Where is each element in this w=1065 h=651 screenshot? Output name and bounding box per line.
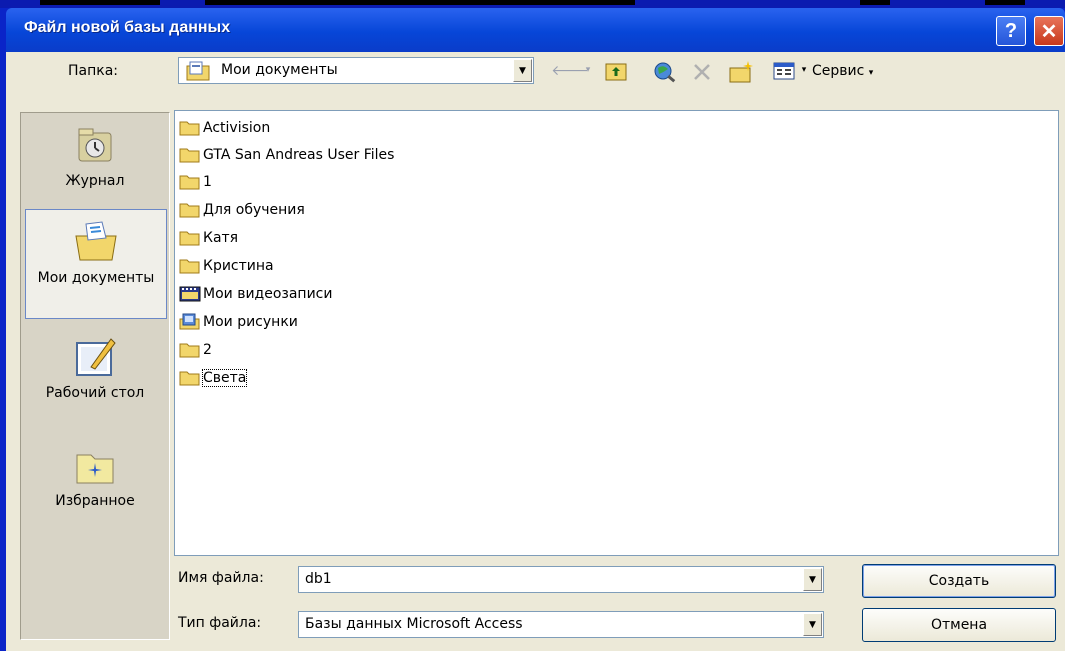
place-my-documents[interactable]: Мои документы bbox=[25, 209, 167, 319]
help-icon: ? bbox=[1004, 19, 1018, 42]
chevron-down-icon[interactable]: ▼ bbox=[803, 568, 822, 591]
folder-icon bbox=[179, 148, 200, 163]
place-label: Избранное bbox=[55, 493, 135, 509]
filename-value: db1 bbox=[305, 571, 332, 587]
place-label: Рабочий стол bbox=[45, 385, 145, 401]
views-dropdown-icon[interactable]: ▾ bbox=[798, 60, 810, 80]
new-folder-icon[interactable] bbox=[728, 60, 754, 84]
chevron-down-icon: ▾ bbox=[868, 68, 874, 78]
back-dropdown-icon[interactable]: ▾ bbox=[582, 60, 594, 80]
desktop-icon bbox=[76, 338, 116, 376]
filetype-value: Базы данных Microsoft Access bbox=[305, 616, 523, 632]
slide-crop-mark bbox=[205, 0, 635, 5]
place-label: Журнал bbox=[65, 173, 125, 189]
close-button[interactable]: ✕ bbox=[1034, 16, 1064, 46]
chevron-down-icon[interactable]: ▼ bbox=[513, 59, 532, 82]
video-folder-icon bbox=[179, 286, 201, 302]
back-arrow-icon[interactable]: 🡐 bbox=[551, 60, 589, 80]
list-item[interactable]: GTA San Andreas User Files bbox=[179, 142, 394, 168]
file-name: 1 bbox=[203, 174, 212, 190]
dialog-title: Файл новой базы данных bbox=[24, 19, 231, 36]
folder-label: Папка: bbox=[68, 63, 119, 79]
list-item[interactable]: 1 bbox=[179, 169, 212, 195]
views-icon[interactable] bbox=[772, 60, 796, 82]
list-item[interactable]: Activision bbox=[179, 115, 270, 141]
place-history[interactable]: Журнал bbox=[21, 123, 169, 203]
list-item[interactable]: Для обучения bbox=[179, 197, 305, 223]
file-name: Для обучения bbox=[203, 202, 305, 218]
dialog-titlebar[interactable]: Файл новой базы данных ? ✕ bbox=[6, 8, 1065, 52]
folder-icon bbox=[179, 343, 200, 358]
close-icon: ✕ bbox=[1040, 20, 1058, 43]
up-folder-icon[interactable] bbox=[604, 60, 628, 82]
list-item[interactable]: Катя bbox=[179, 225, 238, 251]
chevron-down-icon[interactable]: ▼ bbox=[803, 613, 822, 636]
list-item[interactable]: Света bbox=[179, 365, 248, 391]
file-name: GTA San Andreas User Files bbox=[203, 147, 395, 163]
favorites-icon bbox=[76, 454, 114, 484]
file-name: Мои рисунки bbox=[203, 314, 298, 330]
filetype-select[interactable]: Базы данных Microsoft Access ▼ bbox=[298, 611, 824, 638]
folder-icon bbox=[179, 203, 200, 218]
cancel-button[interactable]: Отмена bbox=[862, 608, 1056, 642]
file-name: 2 bbox=[203, 342, 212, 358]
folder-icon bbox=[179, 371, 200, 386]
folder-icon bbox=[179, 231, 200, 246]
history-icon bbox=[78, 128, 112, 162]
create-button[interactable]: Создать bbox=[862, 564, 1056, 598]
folder-icon bbox=[179, 259, 200, 274]
file-name: Света bbox=[201, 369, 248, 387]
create-button-label: Создать bbox=[928, 573, 990, 589]
file-list[interactable]: Activision GTA San Andreas User Files 1 … bbox=[174, 110, 1059, 556]
dialog-body: Папка: Мои документы ▼ 🡐 ▾ ▾ Сервис ▾ Жу… bbox=[6, 52, 1065, 651]
slide-crop-mark bbox=[860, 0, 890, 5]
file-name: Activision bbox=[203, 120, 271, 136]
help-button[interactable]: ? bbox=[996, 16, 1026, 46]
filename-label: Имя файла: bbox=[178, 570, 264, 586]
filename-field[interactable]: db1 ▼ bbox=[298, 566, 824, 593]
filetype-label: Тип файла: bbox=[178, 615, 262, 631]
my-documents-icon bbox=[75, 221, 117, 261]
place-desktop[interactable]: Рабочий стол bbox=[21, 333, 169, 433]
list-item[interactable]: Мои видеозаписи bbox=[179, 281, 332, 307]
folder-icon bbox=[179, 175, 200, 190]
search-web-icon[interactable] bbox=[652, 60, 678, 84]
folder-select[interactable]: Мои документы ▼ bbox=[178, 57, 534, 84]
places-bar: Журнал Мои документы Рабочий стол Избран… bbox=[20, 112, 170, 640]
list-item[interactable]: Кристина bbox=[179, 253, 274, 279]
delete-icon[interactable] bbox=[690, 60, 714, 84]
folder-select-value: Мои документы bbox=[221, 62, 338, 78]
list-item[interactable]: 2 bbox=[179, 337, 212, 363]
tools-menu-label: Сервис bbox=[812, 63, 865, 79]
file-name: Мои видеозаписи bbox=[203, 286, 333, 302]
my-documents-icon bbox=[186, 61, 210, 81]
place-label: Мои документы bbox=[37, 270, 155, 286]
pictures-folder-icon bbox=[179, 313, 200, 330]
list-item[interactable]: Мои рисунки bbox=[179, 309, 298, 335]
tools-menu[interactable]: Сервис ▾ bbox=[812, 63, 873, 79]
place-favorites[interactable]: Избранное bbox=[21, 441, 169, 551]
file-name: Катя bbox=[203, 230, 239, 246]
slide-crop-mark bbox=[985, 0, 1025, 5]
folder-icon bbox=[179, 121, 200, 136]
file-name: Кристина bbox=[203, 258, 274, 274]
slide-crop-mark bbox=[40, 0, 160, 5]
cancel-button-label: Отмена bbox=[930, 617, 988, 633]
